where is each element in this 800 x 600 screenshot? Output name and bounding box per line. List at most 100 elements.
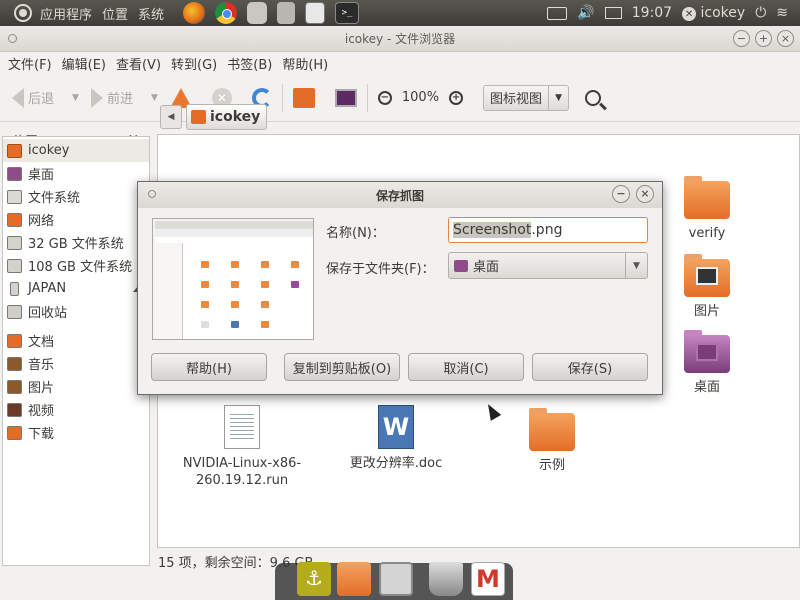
breadcrumb[interactable]: icokey <box>186 104 268 130</box>
sidebar-item-32gb[interactable]: 32 GB 文件系统 <box>3 231 149 254</box>
dialog-title: 保存抓图 <box>375 188 424 203</box>
sidebar-item-trash[interactable]: 回收站 <box>3 300 149 323</box>
sidebar-item-108gb[interactable]: 108 GB 文件系统 <box>3 254 149 277</box>
power-icon[interactable]: ⏻ <box>755 5 766 21</box>
dialog-titlebar[interactable]: 保存抓图 − × <box>138 182 662 208</box>
anchor-icon[interactable]: ⚓ <box>297 562 331 596</box>
zoom-out-icon[interactable]: − <box>377 90 392 105</box>
sidebar-item-label: 音乐 <box>28 358 55 373</box>
clock[interactable]: 19:07 <box>632 5 672 21</box>
documents-folder-icon <box>7 333 22 348</box>
pictures-folder-icon <box>684 254 730 297</box>
zoom-level: 100% <box>401 90 440 105</box>
view-mode-select[interactable]: 图标视图 ▼ <box>483 84 570 111</box>
sidebar-item-label: 文档 <box>28 335 55 350</box>
cancel-button[interactable]: 取消(C) <box>408 353 524 381</box>
wifi-icon[interactable]: ≋ <box>776 5 788 21</box>
save-folder-select[interactable]: 桌面 ▼ <box>448 252 648 279</box>
launcher-icons: >_ <box>178 2 364 24</box>
dialog-minimize-button[interactable]: − <box>612 185 630 203</box>
disk-utility-icon[interactable] <box>247 2 268 24</box>
sidebar-item-label: JAPAN <box>28 281 67 296</box>
menu-edit[interactable]: 编辑(E) <box>62 54 106 73</box>
user-menu[interactable]: ✕ icokey <box>682 5 745 22</box>
file-label: 更改分辨率.doc <box>349 456 443 471</box>
text-editor-icon[interactable] <box>305 2 326 24</box>
sidebar-item-home[interactable]: icokey <box>3 139 149 162</box>
chrome-icon[interactable] <box>215 2 238 24</box>
forward-button[interactable]: 前进 <box>90 87 133 108</box>
sidebar-item-documents[interactable]: 文档 <box>3 329 149 352</box>
help-button[interactable]: 帮助(H) <box>151 353 267 381</box>
menu-places[interactable]: 位置 <box>102 4 128 23</box>
dialog-close-button[interactable]: × <box>636 185 654 203</box>
computer-icon[interactable] <box>334 88 357 107</box>
toolbar: 后退 ▼ 前进 ▼ ✕ − 100% + 图标视图 ▼ <box>0 74 800 122</box>
sidebar-item-filesystem[interactable]: 文件系统 <box>3 185 149 208</box>
file-item-nvidia[interactable]: NVIDIA-Linux-x86- 260.19.12.run <box>182 405 302 489</box>
search-icon[interactable] <box>585 89 602 106</box>
forward-arrow-icon <box>90 87 103 108</box>
camera-icon[interactable] <box>379 562 413 596</box>
usb-drive-icon <box>10 281 19 296</box>
menu-go[interactable]: 转到(G) <box>171 54 217 73</box>
home-folder-icon[interactable] <box>337 562 371 596</box>
menu-file[interactable]: 文件(F) <box>8 54 52 73</box>
sidebar-item-label: 桌面 <box>28 168 55 183</box>
trash-icon[interactable] <box>429 562 463 596</box>
desktop-icon <box>454 259 468 272</box>
menu-help[interactable]: 帮助(H) <box>282 54 328 73</box>
close-button[interactable]: × <box>777 30 794 47</box>
file-item-examples[interactable]: 示例 <box>492 408 612 474</box>
filename-input[interactable]: Screenshot .png <box>448 217 648 243</box>
terminal-icon[interactable]: >_ <box>335 2 360 24</box>
copy-to-clipboard-button[interactable]: 复制到剪贴板(O) <box>284 353 400 381</box>
menu-applications[interactable]: 应用程序 <box>40 4 92 23</box>
sidebar-item-japan[interactable]: JAPAN <box>3 277 149 300</box>
forward-history-dropdown[interactable]: ▼ <box>151 93 158 103</box>
sidebar-item-network[interactable]: 网络 <box>3 208 149 231</box>
filename-selected-text: Screenshot <box>453 222 532 238</box>
firefox-icon[interactable] <box>183 2 206 24</box>
top-panel: 应用程序 位置 系统 >_ 🔊 19:07 ✕ icokey ⏻ ≋ <box>0 0 800 26</box>
downloads-folder-icon <box>7 425 22 440</box>
menubar: 文件(F) 编辑(E) 查看(V) 转到(G) 书签(B) 帮助(H) <box>0 52 800 74</box>
menu-view[interactable]: 查看(V) <box>116 54 161 73</box>
window-menu-icon[interactable] <box>8 34 17 43</box>
system-tray: 🔊 19:07 ✕ icokey ⏻ ≋ <box>547 5 800 22</box>
home-folder-icon[interactable] <box>292 87 315 108</box>
sidebar-item-downloads[interactable]: 下载 <box>3 421 149 444</box>
back-button[interactable]: 后退 <box>12 87 54 108</box>
window-menu-icon[interactable] <box>148 190 156 198</box>
volume-icon[interactable]: 🔊 <box>577 5 594 21</box>
maximize-button[interactable]: + <box>755 30 772 47</box>
forward-label: 前进 <box>106 92 133 107</box>
gmail-icon[interactable] <box>471 562 505 596</box>
calculator-icon[interactable] <box>277 2 296 24</box>
mail-icon[interactable] <box>604 7 622 19</box>
keyboard-icon[interactable] <box>547 6 568 20</box>
minimize-button[interactable]: − <box>733 30 750 47</box>
filename-extension: .png <box>531 222 563 238</box>
location-back-button[interactable]: ◀ <box>160 105 182 129</box>
save-button[interactable]: 保存(S) <box>532 353 648 381</box>
sidebar-item-label: 108 GB 文件系统 <box>28 260 133 275</box>
sidebar-item-pictures[interactable]: 图片 <box>3 375 149 398</box>
file-item-pictures[interactable]: 图片 <box>647 254 767 320</box>
sidebar-item-videos[interactable]: 视频 <box>3 398 149 421</box>
ubuntu-logo-icon[interactable] <box>14 4 32 22</box>
window-titlebar[interactable]: icokey - 文件浏览器 − + × <box>0 26 800 52</box>
menu-system[interactable]: 系统 <box>138 4 164 23</box>
zoom-in-icon[interactable]: + <box>449 90 464 105</box>
sidebar-item-desktop[interactable]: 桌面 <box>3 162 149 185</box>
window-title: icokey - 文件浏览器 <box>344 32 456 46</box>
pictures-folder-icon <box>7 379 22 394</box>
back-history-dropdown[interactable]: ▼ <box>72 93 79 103</box>
network-icon <box>7 212 22 227</box>
file-item-doc[interactable]: W 更改分辨率.doc <box>336 405 456 472</box>
file-label: 桌面 <box>693 380 720 395</box>
file-item-verify[interactable]: verify <box>647 176 767 242</box>
file-item-desktop[interactable]: 桌面 <box>647 330 767 396</box>
sidebar-item-music[interactable]: 音乐 <box>3 352 149 375</box>
menu-bookmarks[interactable]: 书签(B) <box>227 54 272 73</box>
